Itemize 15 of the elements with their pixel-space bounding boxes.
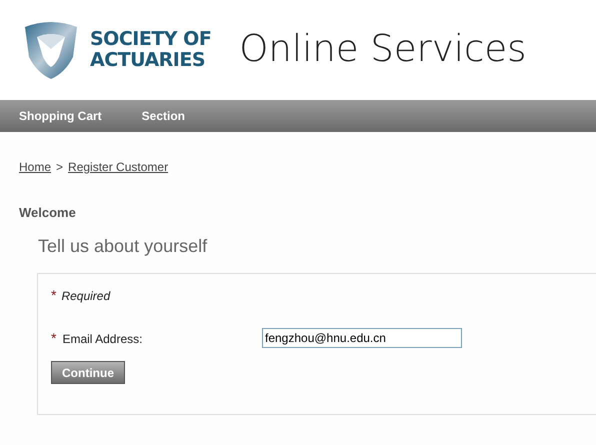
section-heading: Tell us about yourself [38, 236, 208, 257]
required-mark: * [51, 330, 56, 346]
nav-link[interactable]: Section [142, 109, 186, 123]
breadcrumb-link[interactable]: Home [19, 160, 52, 174]
logo-text: ACTUARIES [90, 50, 206, 71]
required-note: Required [61, 289, 110, 303]
required-mark: * [51, 287, 56, 303]
email-field[interactable]: fengzhou@hnu.edu.cn [262, 328, 462, 348]
field-label: Email Address: [62, 332, 142, 346]
breadcrumb-link[interactable]: Register Customer [68, 160, 168, 174]
logo-text: SOCIETY OF [90, 29, 212, 50]
site-title: Online Services [239, 26, 526, 70]
breadcrumb-separator: > [56, 160, 64, 174]
nav-link[interactable]: Shopping Cart [19, 109, 102, 123]
welcome-heading: Welcome [19, 205, 77, 220]
